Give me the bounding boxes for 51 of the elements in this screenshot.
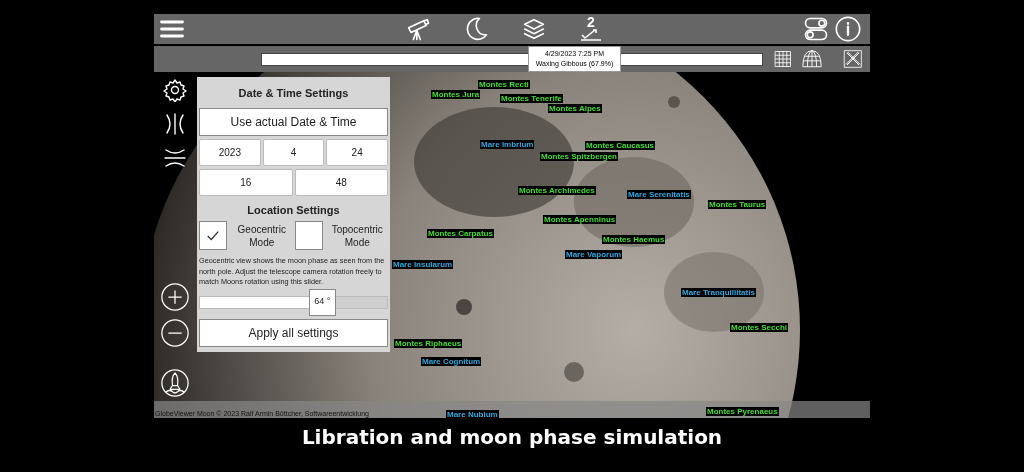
moon-map-label: Montes Secchi	[730, 323, 788, 332]
use-actual-date-button[interactable]: Use actual Date & Time	[199, 108, 388, 136]
moon-map-label: Montes Spitzbergen	[540, 152, 618, 161]
check-arrow-icon	[579, 29, 603, 41]
mode-checkbox[interactable]	[294, 221, 323, 250]
date-input[interactable]: 4	[262, 139, 325, 166]
close-icon[interactable]	[843, 49, 863, 69]
panel-title: Date & Time Settings	[237, 86, 350, 101]
time-input[interactable]: 48	[294, 169, 388, 196]
zoom-in-icon[interactable]	[160, 282, 190, 312]
moon-map-label: Montes Alpes	[548, 104, 602, 113]
moon-map-label: Montes Apenninus	[543, 215, 617, 224]
moon-map-label: Montes Caucasus	[585, 141, 656, 150]
grid-icon[interactable]	[773, 49, 793, 69]
moon-map-label: Mare Imbrium	[480, 140, 535, 149]
moon-map-label: Montes Riphaeus	[394, 339, 463, 348]
moon-map-label: Montes Carpatus	[427, 229, 494, 238]
phase-button[interactable]: 2	[578, 15, 604, 43]
moon-map-label: Montes Jura	[431, 90, 481, 99]
moon-map-label: Montes Pyrenaeus	[706, 407, 779, 416]
settings-icon[interactable]	[163, 78, 187, 102]
mode-label: Geocentric Mode	[236, 222, 287, 249]
moon-map-label: Mare Insularum	[392, 260, 454, 269]
panel-title: Location Settings	[246, 203, 341, 218]
globe-grid-icon[interactable]	[799, 48, 825, 70]
time-input[interactable]: 16	[199, 169, 293, 196]
moon-map-label: Mare Tranquillitatis	[681, 288, 756, 297]
moon-map-label: Mare Cognitum	[421, 357, 482, 366]
moon-map-label: Montes Haemus	[602, 235, 666, 244]
libration-horizontal-icon[interactable]	[163, 112, 187, 136]
moon-map-label: Montes Recti	[478, 80, 530, 89]
zoom-out-icon[interactable]	[160, 318, 190, 348]
moon-map-label: Montes Taurus	[708, 200, 767, 209]
toggle-switches-icon[interactable]	[802, 15, 830, 43]
moon-map-label: Mare Nubium	[446, 410, 499, 419]
caption: Libration and moon phase simulation	[301, 424, 723, 451]
slider-thumb[interactable]: 64 °	[308, 288, 336, 316]
moon-map-label: Mare Serenitatis	[627, 190, 691, 199]
date-input[interactable]: 2023	[199, 139, 261, 166]
apply-settings-button[interactable]: Apply all settings	[199, 318, 388, 347]
date-input[interactable]: 24	[326, 139, 388, 166]
rocket-icon[interactable]	[160, 368, 190, 398]
moon-map-label: Mare Vaporum	[565, 250, 623, 259]
moon-map-label: Montes Tenerife	[500, 94, 563, 103]
libration-vertical-icon[interactable]	[163, 146, 187, 170]
mode-label: Topocentric Mode	[330, 222, 384, 249]
moon-map-label: Montes Archimedes	[518, 186, 596, 195]
mode-checkbox[interactable]	[199, 221, 227, 250]
info-icon[interactable]	[834, 15, 862, 43]
checkmark-icon	[206, 228, 220, 243]
rotation-reading: 64 °	[314, 295, 331, 309]
